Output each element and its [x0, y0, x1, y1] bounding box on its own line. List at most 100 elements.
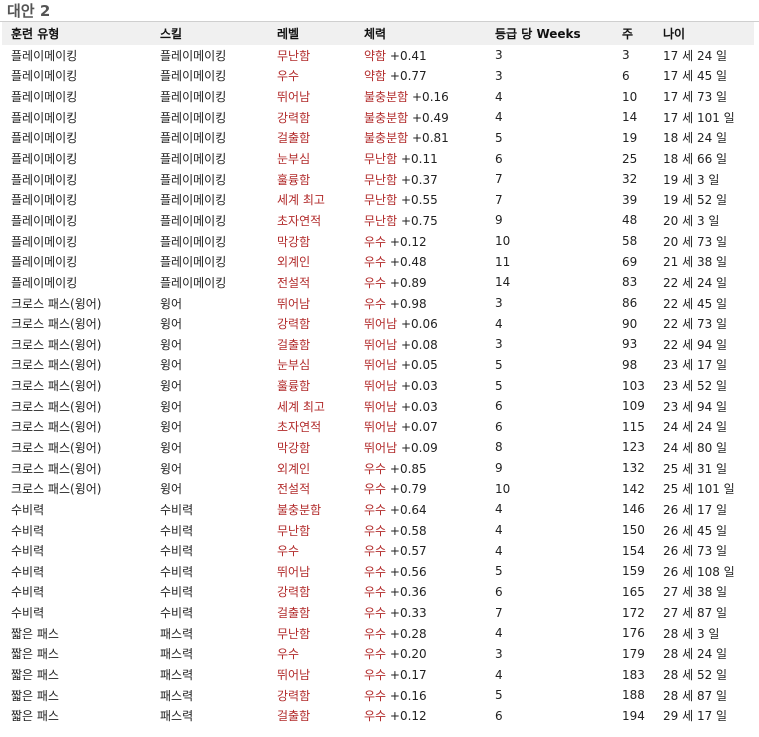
cell-weeks-per-level: 4 — [486, 664, 613, 685]
cell-stamina: 불충분함 +0.49 — [355, 107, 486, 128]
cell-level: 걸출함 — [268, 706, 355, 727]
cell-training-type: 짧은 패스 — [2, 623, 151, 644]
stamina-level-text: 뛰어남 — [364, 358, 398, 373]
week-text: 132 — [622, 461, 645, 476]
header-level[interactable]: 레벨 — [268, 22, 355, 45]
week-text: 90 — [622, 316, 638, 331]
weeks-per-level-text: 3 — [495, 296, 503, 310]
stamina-level-text: 우수 — [364, 647, 387, 662]
cell-age: 25 세 31 일 — [654, 458, 754, 479]
cell-level: 강력함 — [268, 685, 355, 706]
weeks-per-level-text: 4 — [495, 502, 503, 517]
weeks-per-level-text: 3 — [495, 337, 503, 352]
header-training-type[interactable]: 훈련 유형 — [2, 22, 151, 45]
week-text: 154 — [622, 543, 645, 558]
cell-week: 14 — [613, 107, 654, 128]
cell-skill: 윙어 — [151, 437, 268, 458]
stamina-level-text: 우수 — [364, 606, 387, 621]
cell-age: 17 세 73 일 — [654, 86, 754, 107]
level-text: 무난함 — [277, 48, 311, 63]
level-text: 눈부심 — [277, 358, 311, 373]
cell-age: 22 세 45 일 — [654, 293, 754, 314]
stamina-level-text: 우수 — [364, 234, 387, 249]
cell-age: 27 세 38 일 — [654, 582, 754, 603]
cell-age: 22 세 73 일 — [654, 313, 754, 334]
age-text: 25 세 101 일 — [663, 482, 735, 497]
cell-training-type: 크로스 패스(윙어) — [2, 396, 151, 417]
stamina-delta-text: +0.64 — [389, 502, 427, 517]
header-skill[interactable]: 스킬 — [151, 22, 268, 45]
cell-skill: 플레이메이킹 — [151, 148, 268, 169]
cell-level: 훌륭함 — [268, 169, 355, 190]
cell-skill: 플레이메이킹 — [151, 128, 268, 149]
cell-age: 17 세 24 일 — [654, 45, 754, 66]
cell-weeks-per-level: 5 — [486, 561, 613, 582]
training-type-text: 크로스 패스(윙어) — [11, 296, 102, 311]
cell-level: 우수 — [268, 66, 355, 87]
cell-stamina: 약함 +0.41 — [355, 45, 486, 66]
stamina-delta-text: +0.36 — [389, 585, 427, 600]
stamina-delta-text: +0.03 — [400, 379, 438, 394]
training-type-text: 짧은 패스 — [11, 709, 59, 724]
cell-weeks-per-level: 7 — [486, 189, 613, 210]
table-row: 플레이메이킹 플레이메이킹 세계 최고 무난함 +0.55 7 39 19 세 52 일 — [2, 189, 754, 210]
skill-text: 플레이메이킹 — [160, 131, 227, 146]
cell-skill: 플레이메이킹 — [151, 210, 268, 231]
cell-level: 무난함 — [268, 520, 355, 541]
stamina-level-text: 우수 — [364, 461, 387, 476]
cell-stamina: 무난함 +0.75 — [355, 210, 486, 231]
week-text: 48 — [622, 213, 638, 228]
cell-weeks-per-level: 9 — [486, 458, 613, 479]
cell-skill: 윙어 — [151, 355, 268, 376]
week-text: 58 — [622, 234, 638, 249]
table-row: 짧은 패스 패스력 걸출함 우수 +0.12 6 194 29 세 17 일 — [2, 706, 754, 727]
table-row: 크로스 패스(윙어) 윙어 세계 최고 뛰어남 +0.03 6 109 23 세 94 일 — [2, 396, 754, 417]
cell-training-type: 크로스 패스(윙어) — [2, 417, 151, 438]
stamina-level-text: 우수 — [364, 502, 387, 517]
skill-text: 수비력 — [160, 523, 194, 538]
cell-level: 뛰어남 — [268, 293, 355, 314]
week-text: 159 — [622, 564, 645, 579]
age-text: 17 세 45 일 — [663, 69, 728, 84]
level-text: 훌륭함 — [277, 379, 311, 394]
skill-text: 윙어 — [160, 399, 183, 414]
age-text: 19 세 3 일 — [663, 172, 720, 187]
header-week[interactable]: 주 — [613, 22, 654, 45]
level-text: 걸출함 — [277, 709, 311, 724]
cell-week: 10 — [613, 86, 654, 107]
cell-stamina: 우수 +0.36 — [355, 582, 486, 603]
cell-week: 183 — [613, 664, 654, 685]
cell-weeks-per-level: 4 — [486, 107, 613, 128]
stamina-delta-text: +0.11 — [400, 152, 438, 167]
stamina-level-text: 뛰어남 — [364, 420, 398, 435]
stamina-delta-text: +0.08 — [400, 337, 438, 352]
age-text: 26 세 17 일 — [663, 502, 728, 517]
week-text: 194 — [622, 708, 645, 723]
weeks-per-level-text: 5 — [495, 378, 503, 393]
skill-text: 플레이메이킹 — [160, 255, 227, 270]
table-row: 플레이메이킹 플레이메이킹 강력함 불충분함 +0.49 4 14 17 세 101 일 — [2, 107, 754, 128]
cell-weeks-per-level: 10 — [486, 231, 613, 252]
stamina-delta-text: +0.06 — [400, 317, 438, 332]
cell-training-type: 플레이메이킹 — [2, 45, 151, 66]
training-type-text: 플레이메이킹 — [11, 213, 78, 228]
header-weeks-per-level[interactable]: 등급 당 Weeks — [486, 22, 613, 45]
header-age[interactable]: 나이 — [654, 22, 754, 45]
level-text: 세계 최고 — [277, 193, 325, 208]
header-stamina[interactable]: 체력 — [355, 22, 486, 45]
cell-week: 58 — [613, 231, 654, 252]
cell-weeks-per-level: 3 — [486, 334, 613, 355]
cell-training-type: 플레이메이킹 — [2, 66, 151, 87]
cell-skill: 윙어 — [151, 375, 268, 396]
cell-skill: 패스력 — [151, 685, 268, 706]
week-text: 32 — [622, 172, 638, 187]
week-text: 86 — [622, 296, 638, 310]
skill-text: 윙어 — [160, 358, 183, 373]
stamina-level-text: 불충분함 — [364, 90, 409, 105]
table-row: 플레이메이킹 플레이메이킹 훌륭함 무난함 +0.37 7 32 19 세 3 일 — [2, 169, 754, 190]
cell-week: 103 — [613, 375, 654, 396]
level-text: 전설적 — [277, 482, 311, 497]
cell-stamina: 뛰어남 +0.06 — [355, 313, 486, 334]
week-text: 98 — [622, 357, 638, 372]
cell-training-type: 크로스 패스(윙어) — [2, 293, 151, 314]
